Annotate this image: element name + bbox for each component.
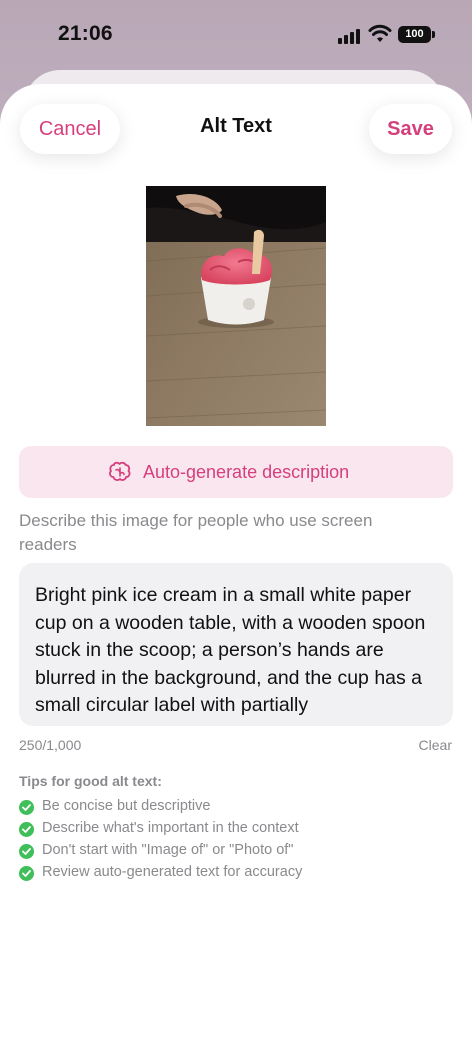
tip-label: Describe what's important in the context (42, 820, 299, 836)
check-circle-icon (19, 866, 34, 881)
wifi-icon (368, 24, 392, 42)
check-circle-icon (19, 822, 34, 837)
clear-button[interactable]: Clear (419, 737, 452, 753)
cancel-button[interactable]: Cancel (20, 104, 120, 154)
tip-label: Don't start with "Image of" or "Photo of… (42, 842, 294, 858)
brain-icon (109, 461, 131, 481)
status-bar: 21:06 100 (0, 0, 472, 70)
check-circle-icon (19, 800, 34, 815)
save-button[interactable]: Save (369, 104, 452, 154)
tips-heading: Tips for good alt text: (19, 773, 162, 789)
alt-text-hint: Describe this image for people who use s… (19, 511, 373, 554)
character-counter: 250/1,000 (19, 737, 82, 753)
tip-label: Review auto-generated text for accuracy (42, 864, 303, 880)
cellular-signal-icon (338, 28, 364, 44)
page-title: Alt Text (200, 115, 272, 137)
tip-label: Be concise but descriptive (42, 798, 211, 814)
alt-text-input[interactable]: Bright pink ice cream in a small white p… (19, 563, 453, 726)
auto-generate-button[interactable]: Auto-generate description (19, 446, 453, 498)
alt-text-value: Bright pink ice cream in a small white p… (35, 584, 426, 716)
battery-icon: 100 (398, 26, 431, 43)
status-time: 21:06 (58, 22, 113, 45)
image-preview (146, 186, 326, 426)
check-circle-icon (19, 844, 34, 859)
auto-generate-label: Auto-generate description (143, 462, 350, 482)
battery-tip (432, 31, 435, 38)
